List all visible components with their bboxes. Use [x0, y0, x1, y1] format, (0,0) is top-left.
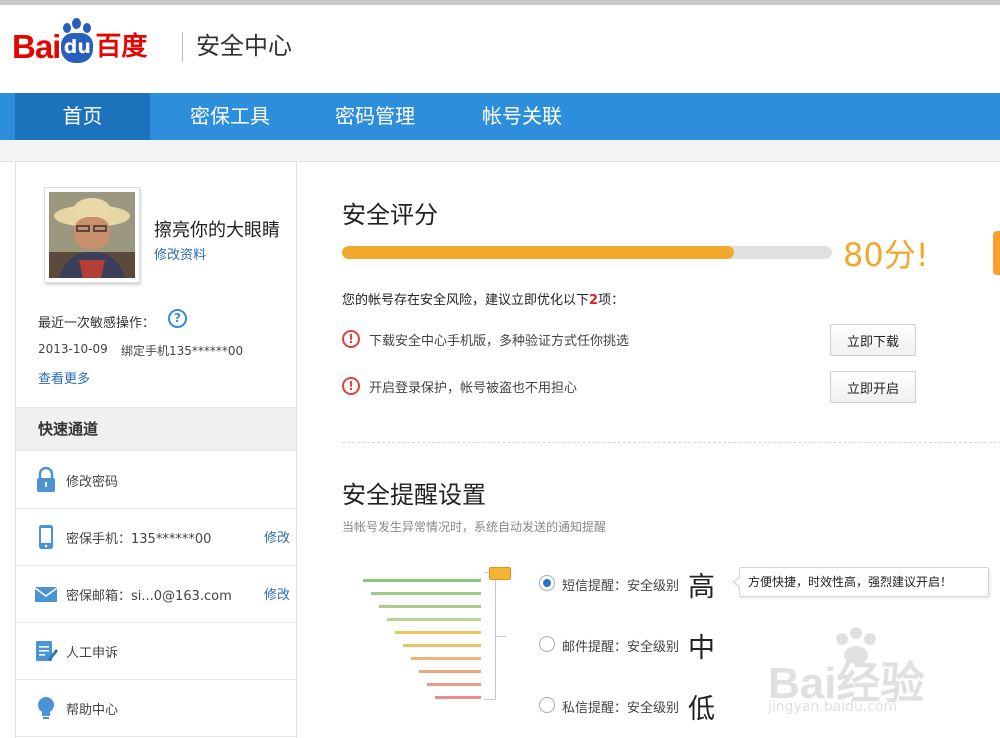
sms-radio[interactable]	[539, 575, 555, 591]
sms-tooltip: 方便快捷，时效性高，强烈建议开启！	[732, 567, 989, 597]
quick-item-label: 密保手机：135******00	[66, 532, 212, 547]
quick-item-security-phone[interactable]: 密保手机：135******00 修改	[16, 509, 296, 566]
baidu-jingyan-watermark: Bai经验 jingyan.baidu.com	[768, 625, 948, 725]
nav-subband	[0, 140, 1000, 162]
reminder-option-level: 低	[688, 694, 715, 725]
quick-item-label: 密保邮箱：si...0@163.com	[66, 589, 232, 604]
side-feedback-tab[interactable]	[993, 231, 1000, 275]
message-radio[interactable]	[539, 697, 555, 713]
quick-item-security-email[interactable]: 密保邮箱：si...0@163.com 修改	[16, 566, 296, 623]
warning-icon: !	[342, 330, 360, 348]
quick-item-label: 修改密码	[66, 475, 119, 490]
recent-operation-action: 绑定手机135******00	[121, 344, 244, 358]
main-nav: 首页 密保工具 密码管理 帐号关联	[0, 93, 1000, 140]
paw-logo-icon: du	[61, 18, 94, 63]
logo-text-cn: 百度	[95, 32, 148, 62]
funnel-line	[427, 683, 481, 686]
recent-operation-date: 2013-10-09	[38, 342, 108, 356]
logo-divider	[182, 32, 183, 62]
risk-message-suffix: 项：	[598, 293, 625, 308]
lock-icon	[37, 467, 55, 492]
appeal-icon	[36, 641, 58, 661]
security-score-title: 安全评分	[342, 201, 438, 229]
see-more-link[interactable]: 查看更多	[38, 368, 90, 387]
avatar-photo	[49, 192, 135, 278]
user-photo-icon	[49, 192, 135, 278]
reminder-option-label: 短信提醒：安全级别	[562, 579, 680, 594]
reminder-option-label: 邮件提醒：安全级别	[562, 640, 680, 655]
edit-profile-link[interactable]: 修改资料	[154, 244, 206, 263]
section-divider	[342, 442, 1000, 443]
funnel-tag-icon	[489, 567, 511, 580]
quick-item-label: 帮助中心	[66, 703, 119, 718]
email-radio[interactable]	[539, 636, 555, 652]
edit-email-link[interactable]: 修改	[264, 584, 290, 603]
download-now-button[interactable]: 立即下载	[830, 324, 916, 356]
risk-message-text: 您的帐号存在安全风险，建议立即优化以下	[342, 293, 590, 308]
quick-access-title: 快速通道	[16, 407, 296, 451]
header: Bai du 百度 安全中心	[0, 5, 1000, 93]
risk-count: 2	[589, 293, 599, 308]
funnel-line	[371, 592, 481, 595]
risk-message: 您的帐号存在安全风险，建议立即优化以下2项：	[342, 289, 624, 308]
logo-text-du: du	[63, 36, 91, 58]
nav-item-home[interactable]: 首页	[15, 93, 150, 140]
nav-item-password-management[interactable]: 密码管理	[305, 93, 445, 140]
quick-item-label: 人工申诉	[66, 646, 119, 661]
help-icon[interactable]: ?	[168, 309, 187, 328]
baidu-logo[interactable]: Bai du 百度	[12, 13, 147, 67]
enable-now-button[interactable]: 立即开启	[830, 371, 916, 403]
funnel-line	[419, 670, 481, 673]
reminder-option-level: 高	[688, 572, 715, 603]
funnel-bracket-tick	[496, 636, 506, 637]
nav-item-account-linking[interactable]: 帐号关联	[452, 93, 592, 140]
watermark-url: jingyan.baidu.com	[768, 699, 898, 715]
security-level-funnel	[363, 567, 523, 707]
quick-item-change-password[interactable]: 修改密码	[16, 452, 296, 509]
warning-icon: !	[342, 377, 360, 395]
security-score-bar	[342, 246, 832, 259]
security-score-value: 80分!	[843, 236, 929, 274]
lightbulb-icon	[38, 697, 54, 719]
funnel-bracket	[484, 572, 496, 700]
funnel-line	[403, 644, 481, 647]
funnel-line	[411, 657, 481, 660]
recommendation-row: ! 下载安全中心手机版，多种验证方式任你挑选 立即下载	[342, 324, 922, 356]
edit-phone-link[interactable]: 修改	[264, 527, 290, 546]
recent-operation-label: 最近一次敏感操作：	[38, 316, 156, 331]
security-score-bar-fill	[342, 246, 734, 259]
quick-item-manual-appeal[interactable]: 人工申诉	[16, 623, 296, 680]
phone-icon	[39, 525, 53, 549]
funnel-line	[395, 631, 481, 634]
sidebar: 擦亮你的大眼睛 修改资料 最近一次敏感操作： ? 2013-10-09 绑定手机…	[15, 162, 297, 738]
avatar[interactable]	[44, 187, 140, 283]
mail-icon	[34, 587, 58, 602]
reminder-option-level: 中	[688, 633, 715, 664]
funnel-line	[387, 618, 481, 621]
security-reminder-title: 安全提醒设置	[342, 481, 486, 509]
recommendation-text: 开启登录保护，帐号被盗也不用担心	[369, 381, 578, 396]
recommendation-text: 下载安全中心手机版，多种验证方式任你挑选	[369, 334, 630, 349]
funnel-line	[363, 579, 481, 582]
user-name: 擦亮你的大眼睛	[154, 220, 280, 241]
security-reminder-description: 当帐号发生异常情况时，系统自动发送的通知提醒	[342, 520, 607, 534]
funnel-line	[435, 696, 481, 699]
site-title: 安全中心	[196, 32, 292, 60]
funnel-line	[379, 605, 481, 608]
recommendation-row: ! 开启登录保护，帐号被盗也不用担心 立即开启	[342, 371, 922, 403]
quick-item-help-center[interactable]: 帮助中心	[16, 680, 296, 737]
logo-text-bai: Bai	[12, 28, 61, 65]
reminder-option-label: 私信提醒：安全级别	[562, 701, 680, 716]
nav-item-security-tools[interactable]: 密保工具	[160, 93, 300, 140]
